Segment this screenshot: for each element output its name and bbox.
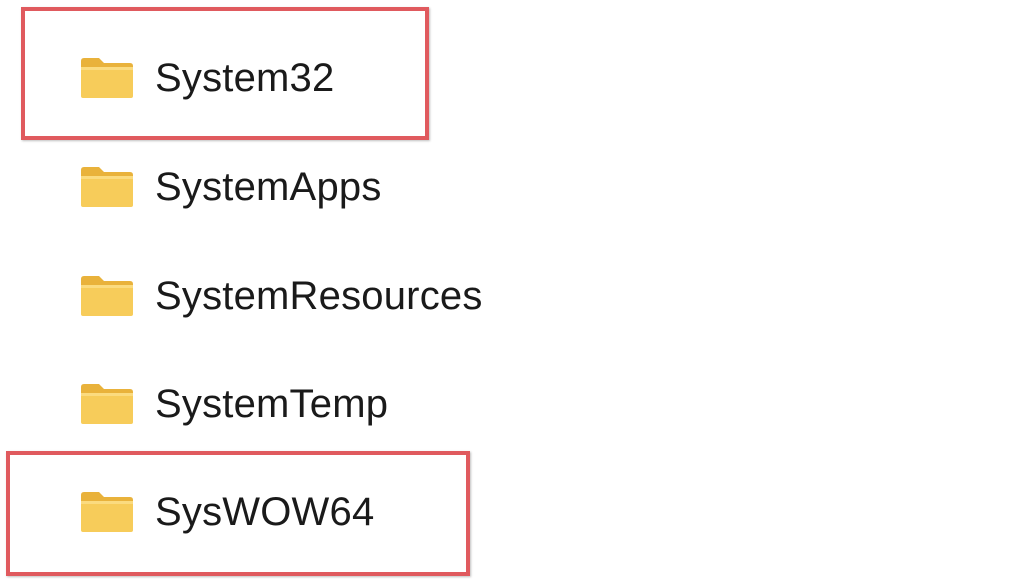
folder-icon (80, 491, 134, 533)
folder-icon (80, 383, 134, 425)
folder-item-systemtemp[interactable]: SystemTemp (80, 374, 388, 434)
folder-label: SystemResources (155, 274, 483, 318)
folder-icon (80, 275, 134, 317)
folder-item-syswow64[interactable]: SysWOW64 (80, 482, 374, 542)
folder-list: System32 SystemApps SystemResources Syst… (0, 0, 1024, 579)
folder-label: SysWOW64 (155, 490, 375, 534)
folder-item-systemapps[interactable]: SystemApps (80, 157, 382, 217)
folder-label: System32 (155, 56, 335, 100)
folder-label: SystemApps (155, 165, 382, 209)
folder-icon (80, 57, 134, 99)
folder-label: SystemTemp (155, 382, 389, 426)
folder-item-systemresources[interactable]: SystemResources (80, 266, 483, 326)
folder-item-system32[interactable]: System32 (80, 48, 334, 108)
folder-icon (80, 166, 134, 208)
